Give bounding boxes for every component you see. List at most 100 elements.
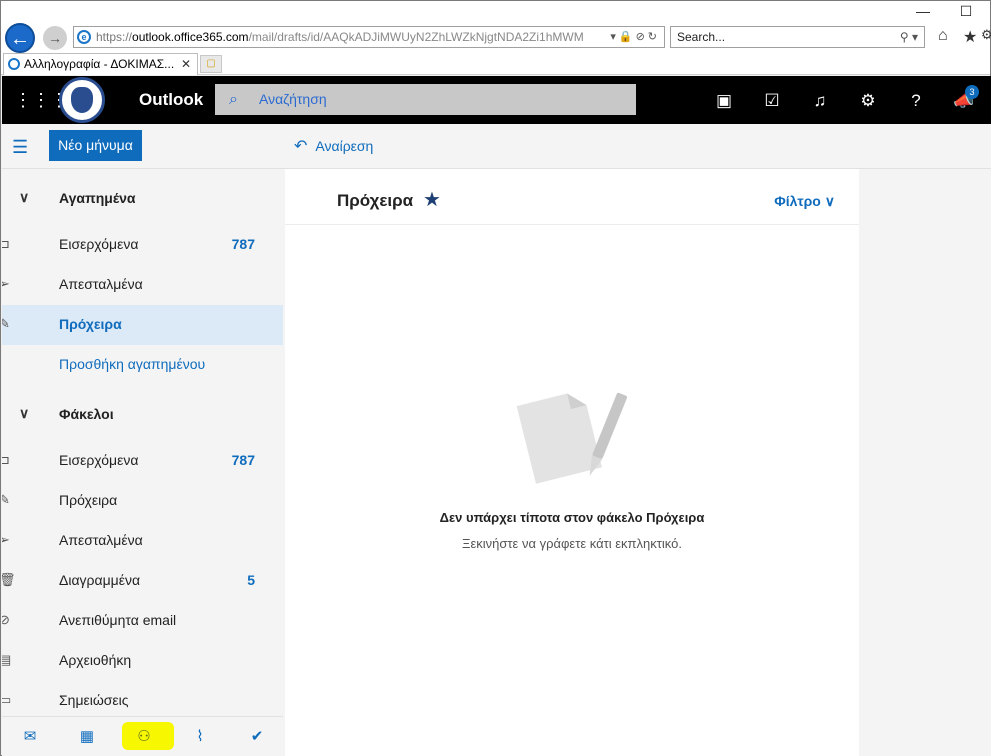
empty-drafts-illustration [516, 392, 628, 484]
search-icon[interactable]: ⚲ ▾ [900, 27, 918, 47]
browser-tabstrip: Αλληλογραφία - ΔΟΚΙΜΑΣ... ✕ ▢ [1, 53, 990, 75]
empty-state-title: Δεν υπάρχει τίποτα στον φάκελο Πρόχειρα [439, 510, 705, 525]
folder-label: Αρχειοθήκη [59, 652, 132, 668]
module-switcher: ✉ ▦ ⚇ ⌇ ✔ [2, 716, 283, 756]
folder-item-notes[interactable]: ▭ Σημειώσεις [2, 681, 283, 716]
folder-item-drafts[interactable]: ✎ Πρόχειρα [2, 481, 283, 521]
new-message-button[interactable]: Νέο μήνυμα [49, 130, 142, 161]
address-bar[interactable]: e https://outlook.office365.com/mail/dra… [73, 26, 665, 48]
favorites-section-header[interactable]: ∨ Αγαπημένα [2, 179, 283, 219]
folder-item-sent[interactable]: ➢ Απεσταλμένα [2, 521, 283, 561]
paperclip-icon[interactable]: ⌇ [188, 725, 212, 749]
lock-icon[interactable]: 🔒 [619, 31, 636, 43]
home-icon[interactable]: ⌂ [938, 27, 948, 45]
gear-icon[interactable]: ⚙ [857, 90, 879, 112]
send-icon: ➢ [2, 532, 10, 547]
todo-check-icon[interactable]: ✔ [245, 725, 269, 749]
office-icon[interactable]: ▣ [713, 90, 735, 112]
people-icon[interactable]: ⚇ [132, 725, 156, 749]
new-tab-button[interactable]: ▢ [200, 55, 222, 73]
filter-label: Φίλτρο [774, 193, 821, 209]
favorite-item-sent[interactable]: ➢ Απεσταλμένα [2, 265, 283, 305]
chevron-down-icon: ∨ [824, 193, 835, 209]
folders-title: Φάκελοι [59, 406, 114, 422]
browser-search-input[interactable]: Search... ⚲ ▾ [670, 26, 925, 48]
folder-item-inbox[interactable]: ⊐ Εισερχόμενα 787 [2, 441, 283, 481]
address-bar-icons: ▾🔒⊘↻ [606, 27, 660, 47]
outlook-header: ⋮⋮⋮ Outlook ⌕ Αναζήτηση ▣ ☑ ♫ ⚙ ? 📣 3 [2, 76, 991, 124]
chevron-down-icon[interactable]: ∨ [19, 405, 29, 422]
dropdown-icon[interactable]: ▾ [610, 31, 619, 43]
maximize-icon[interactable]: ☐ [956, 3, 976, 19]
unread-count: 5 [247, 572, 255, 588]
hamburger-menu-icon[interactable]: ☰ [12, 138, 28, 156]
note-icon: ▭ [2, 692, 12, 707]
folder-label: Ανεπιθύμητα email [59, 612, 177, 628]
close-tab-icon[interactable]: ✕ [181, 54, 191, 74]
inbox-icon: ⊐ [2, 236, 10, 251]
inbox-icon: ⊐ [2, 452, 10, 467]
folder-label: Διαγραμμένα [59, 572, 141, 588]
undo-icon: ↶ [294, 138, 308, 155]
search-icon: ⌕ [229, 91, 238, 108]
browser-titlebar: — ☐ ← → e https://outlook.office365.com/… [1, 1, 991, 53]
minimize-icon[interactable]: — [913, 3, 933, 19]
folder-label: Απεσταλμένα [59, 276, 143, 292]
bell-icon[interactable]: ♫ [809, 90, 831, 112]
favorites-star-icon[interactable]: ★ [963, 27, 977, 47]
app-launcher-icon[interactable]: ⋮⋮⋮ [14, 90, 68, 110]
block-icon[interactable]: ⊘ [636, 31, 648, 43]
mail-search-placeholder: Αναζήτηση [259, 91, 327, 107]
add-favorite-link[interactable]: Προσθήκη αγαπημένου [2, 345, 283, 385]
mail-search-input[interactable]: ⌕ Αναζήτηση [215, 84, 636, 115]
empty-state-subtitle: Ξεκινήστε να γράφετε κάτι εκπληκτικό. [462, 536, 682, 551]
app-name[interactable]: Outlook [139, 90, 203, 110]
browser-tab-active[interactable]: Αλληλογραφία - ΔΟΚΙΜΑΣ... ✕ [3, 53, 198, 75]
outlook-app: ⋮⋮⋮ Outlook ⌕ Αναζήτηση ▣ ☑ ♫ ⚙ ? 📣 3 ☰ … [2, 76, 991, 756]
folder-pane: ∨ Αγαπημένα ⊐ Εισερχόμενα 787 ➢ Απεσταλμ… [2, 169, 283, 716]
settings-gear-icon[interactable]: ⚙ [981, 27, 991, 43]
send-icon: ➢ [2, 276, 10, 291]
favorites-title: Αγαπημένα [59, 190, 136, 206]
block-icon: ⊘ [2, 612, 10, 627]
browser-search-placeholder: Search... [677, 30, 726, 44]
calendar-icon[interactable]: ▦ [75, 725, 99, 749]
ie-logo-icon: e [77, 30, 91, 44]
mail-icon[interactable]: ✉ [18, 725, 42, 749]
help-icon[interactable]: ? [905, 90, 927, 112]
message-list-pane: Πρόχειρα ★ Φίλτρο ∨ Δεν υπάρχει τίποτα σ… [285, 169, 859, 756]
list-header: Πρόχειρα ★ Φίλτρο ∨ [285, 169, 859, 225]
folder-item-deleted[interactable]: 🗑 Διαγραμμένα 5 [2, 561, 283, 601]
url-scheme: https:// [96, 30, 133, 44]
favorite-star-icon[interactable]: ★ [423, 187, 441, 212]
organization-logo[interactable] [59, 77, 105, 123]
tasks-icon[interactable]: ☑ [761, 90, 783, 112]
favorite-item-drafts[interactable]: ✎ Πρόχειρα [2, 305, 283, 345]
undo-label: Αναίρεση [315, 138, 374, 154]
chevron-down-icon[interactable]: ∨ [19, 189, 29, 206]
refresh-icon[interactable]: ↻ [648, 31, 660, 43]
folder-label: Εισερχόμενα [59, 452, 139, 468]
folder-label: Σημειώσεις [59, 692, 129, 708]
folder-label: Πρόχειρα [59, 316, 122, 332]
ie-tab-icon [8, 58, 20, 70]
tab-title: Αλληλογραφία - ΔΟΚΙΜΑΣ... [24, 57, 175, 71]
trash-icon: 🗑 [2, 572, 16, 587]
folder-item-archive[interactable]: ▤ Αρχειοθήκη [2, 641, 283, 681]
unread-count: 787 [231, 452, 255, 468]
folder-item-junk[interactable]: ⊘ Ανεπιθύμητα email [2, 601, 283, 641]
forward-button[interactable]: → [43, 26, 67, 50]
filter-button[interactable]: Φίλτρο ∨ [774, 193, 835, 210]
folder-label: Πρόχειρα [59, 492, 118, 508]
folders-section-header[interactable]: ∨ Φάκελοι [2, 395, 283, 435]
url-path: /mail/drafts/id/AAQkADJiMWUyN2ZhLWZkNjgt… [248, 30, 584, 44]
command-bar: ☰ Νέο μήνυμα ↶ Αναίρεση [2, 124, 991, 169]
favorite-item-inbox[interactable]: ⊐ Εισερχόμενα 787 [2, 225, 283, 265]
undo-button[interactable]: ↶ Αναίρεση [294, 136, 373, 156]
pencil-icon: ✎ [2, 316, 10, 331]
notification-badge: 3 [965, 85, 979, 99]
archive-icon: ▤ [2, 652, 12, 667]
folder-title: Πρόχειρα [337, 191, 414, 210]
reading-pane-empty [859, 169, 991, 756]
back-button[interactable]: ← [5, 23, 35, 53]
